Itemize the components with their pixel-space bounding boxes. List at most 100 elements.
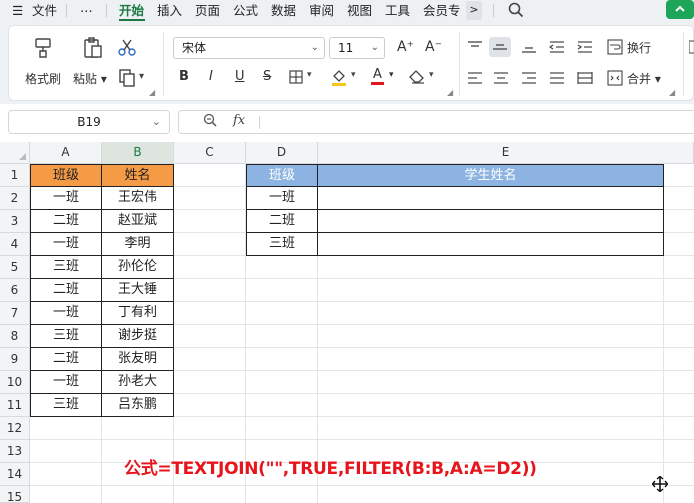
column-header-d[interactable]: D xyxy=(246,142,318,164)
header-cell-class[interactable]: 班级 xyxy=(30,164,102,187)
tab-home[interactable]: 开始 xyxy=(119,3,144,19)
column-header-a[interactable]: A xyxy=(30,142,102,164)
chevron-right-icon[interactable]: > xyxy=(466,1,482,20)
italic-button[interactable]: I xyxy=(209,69,213,84)
table-cell[interactable]: 丁有利 xyxy=(102,302,174,325)
wrap-text-icon[interactable] xyxy=(607,39,623,55)
tab-formula[interactable]: 公式 xyxy=(233,3,258,19)
row-header[interactable]: 15 xyxy=(0,486,30,503)
row-header[interactable]: 10 xyxy=(0,371,30,394)
table-cell[interactable]: 王宏伟 xyxy=(102,187,174,210)
table-cell[interactable]: 孙老大 xyxy=(102,371,174,394)
table-cell[interactable]: 三班 xyxy=(30,325,102,348)
tab-insert[interactable]: 插入 xyxy=(157,3,182,19)
header-cell-student-names[interactable]: 学生姓名 xyxy=(318,164,664,187)
increase-indent-icon[interactable] xyxy=(577,40,593,54)
font-color-button[interactable]: A xyxy=(371,67,384,85)
hamburger-icon[interactable]: ☰ xyxy=(12,3,23,19)
grow-font-button[interactable]: A⁺ xyxy=(397,39,414,55)
formula-bar[interactable]: fx xyxy=(178,110,694,134)
tab-review[interactable]: 审阅 xyxy=(309,3,334,19)
align-center-icon[interactable] xyxy=(493,71,509,85)
table-cell[interactable]: 吕东鹏 xyxy=(102,394,174,417)
row-header[interactable]: 1 xyxy=(0,164,30,187)
table-cell[interactable]: 王大锤 xyxy=(102,279,174,302)
table-cell[interactable]: 一班 xyxy=(30,371,102,394)
row-header[interactable]: 7 xyxy=(0,302,30,325)
row-header[interactable]: 2 xyxy=(0,187,30,210)
shrink-font-button[interactable]: A⁻ xyxy=(425,39,442,55)
table-cell[interactable]: 孙伦伦 xyxy=(102,256,174,279)
cut-icon[interactable] xyxy=(117,38,137,58)
table-cell[interactable]: 一班 xyxy=(246,187,318,210)
select-all-corner[interactable] xyxy=(0,142,30,164)
border-icon[interactable]: ▾ xyxy=(289,70,319,86)
header-cell-class[interactable]: 班级 xyxy=(246,164,318,187)
tab-member[interactable]: 会员专 xyxy=(423,3,465,19)
align-middle-icon[interactable] xyxy=(492,40,508,54)
table-cell[interactable]: 二班 xyxy=(246,210,318,233)
distributed-align-icon[interactable] xyxy=(577,71,593,85)
merge-label[interactable]: 合并 ▾ xyxy=(627,70,661,87)
table-cell[interactable]: 一班 xyxy=(30,187,102,210)
row-header[interactable]: 6 xyxy=(0,279,30,302)
tab-view[interactable]: 视图 xyxy=(347,3,372,19)
chevron-down-icon[interactable]: ⌄ xyxy=(152,111,161,133)
align-right-icon[interactable] xyxy=(521,71,537,85)
row-header[interactable]: 8 xyxy=(0,325,30,348)
align-top-icon[interactable] xyxy=(467,40,483,54)
row-header[interactable]: 13 xyxy=(0,440,30,463)
align-left-icon[interactable] xyxy=(467,71,483,85)
table-cell[interactable]: 李明 xyxy=(102,233,174,256)
menu-more[interactable]: ⋯ xyxy=(80,3,93,19)
column-header-e[interactable]: E xyxy=(318,142,694,164)
paste-icon[interactable] xyxy=(81,36,105,60)
format-painter-label[interactable]: 格式刷 xyxy=(25,70,61,87)
collapse-ribbon-icon[interactable] xyxy=(666,0,694,19)
copy-icon[interactable]: ▾ xyxy=(117,68,151,88)
font-name-select[interactable]: 宋体 ⌄ xyxy=(173,37,325,59)
justify-icon[interactable] xyxy=(549,71,565,85)
dialog-launcher-icon[interactable]: ◢ xyxy=(149,88,155,97)
table-cell[interactable] xyxy=(318,187,664,210)
dialog-launcher-icon[interactable]: ◢ xyxy=(669,88,675,97)
tab-page[interactable]: 页面 xyxy=(195,3,220,19)
table-cell[interactable]: 二班 xyxy=(30,279,102,302)
tab-data[interactable]: 数据 xyxy=(271,3,296,19)
table-cell[interactable] xyxy=(318,210,664,233)
header-cell-name[interactable]: 姓名 xyxy=(102,164,174,187)
table-cell[interactable]: 一班 xyxy=(30,233,102,256)
font-size-select[interactable]: 11 ⌄ xyxy=(329,37,385,59)
column-header-c[interactable]: C xyxy=(174,142,246,164)
format-painter-icon[interactable] xyxy=(31,36,55,60)
zoom-function-icon[interactable] xyxy=(203,113,217,131)
search-icon[interactable] xyxy=(508,2,524,18)
table-cell[interactable]: 一班 xyxy=(30,302,102,325)
table-cell[interactable] xyxy=(318,233,664,256)
table-cell[interactable]: 三班 xyxy=(246,233,318,256)
align-bottom-icon[interactable] xyxy=(521,40,537,54)
row-header[interactable]: 14 xyxy=(0,463,30,486)
table-cell[interactable]: 二班 xyxy=(30,348,102,371)
bold-button[interactable]: B xyxy=(179,69,189,84)
row-header[interactable]: 4 xyxy=(0,233,30,256)
chevron-down-icon[interactable]: ▾ xyxy=(389,70,394,80)
wrap-label[interactable]: 换行 xyxy=(627,39,651,56)
tab-tools[interactable]: 工具 xyxy=(385,3,410,19)
decrease-indent-icon[interactable] xyxy=(548,40,565,54)
name-box[interactable]: B19 ⌄ xyxy=(8,110,170,134)
eraser-icon[interactable]: ▾ xyxy=(409,70,439,86)
column-header-b[interactable]: B xyxy=(102,142,174,164)
paste-label[interactable]: 粘贴 ▾ xyxy=(73,70,107,87)
merge-cells-icon[interactable] xyxy=(607,70,623,86)
dialog-launcher-icon[interactable]: ◢ xyxy=(447,88,453,97)
table-cell[interactable]: 赵亚斌 xyxy=(102,210,174,233)
row-header[interactable]: 9 xyxy=(0,348,30,371)
row-header[interactable]: 11 xyxy=(0,394,30,417)
fx-icon[interactable]: fx xyxy=(233,113,245,128)
menu-file[interactable]: 文件 xyxy=(32,3,57,19)
ribbon-overflow-icon[interactable] xyxy=(688,40,694,54)
row-header[interactable]: 12 xyxy=(0,417,30,440)
table-cell[interactable]: 谢步挺 xyxy=(102,325,174,348)
table-cell[interactable]: 张友明 xyxy=(102,348,174,371)
